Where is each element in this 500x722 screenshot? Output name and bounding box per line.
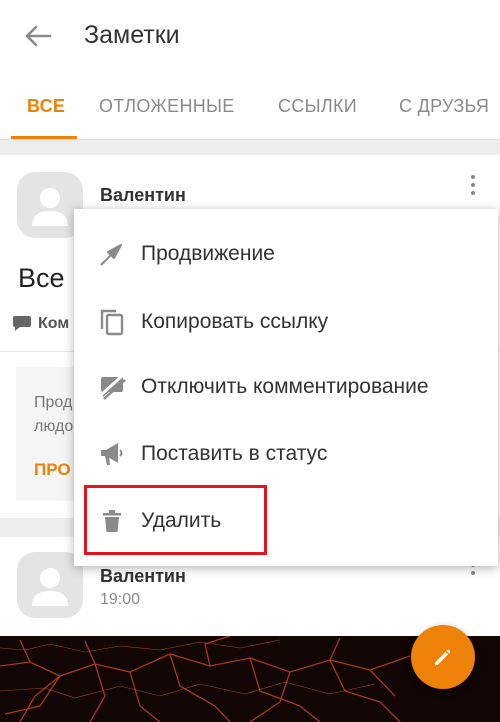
menu-item-label: Поставить в статус [141, 442, 328, 465]
app-bar: Заметки [0, 0, 500, 72]
tab-with-friends[interactable]: С ДРУЗЬЯ [399, 96, 489, 117]
menu-item-promote[interactable]: Продвижение [74, 221, 498, 287]
copy-icon [100, 309, 124, 336]
back-button[interactable] [18, 18, 58, 54]
comments-button[interactable]: Ком [12, 315, 69, 333]
note-text: Все [18, 263, 65, 293]
note-author[interactable]: Валентин [100, 185, 186, 206]
note-time: 19:00 [100, 591, 141, 608]
menu-item-disable-comments[interactable]: Отключить комментирование [74, 354, 498, 420]
tab-postponed[interactable]: ОТЛОЖЕННЫЕ [99, 96, 235, 117]
tab-bar: ВСЕ ОТЛОЖЕННЫЕ ССЫЛКИ С ДРУЗЬЯ [0, 72, 500, 140]
promote-arrow-icon [100, 244, 122, 266]
menu-item-set-status[interactable]: Поставить в статус [74, 421, 498, 487]
menu-item-copy-link[interactable]: Копировать ссылку [74, 289, 498, 355]
menu-item-label: Копировать ссылку [141, 310, 329, 333]
comment-icon [13, 316, 31, 331]
more-options-icon[interactable] [463, 170, 483, 200]
menu-item-label: Отключить комментирование [141, 375, 429, 398]
comments-off-icon [99, 373, 126, 400]
arrow-left-icon [25, 25, 52, 47]
active-tab-indicator [11, 136, 77, 139]
delete-highlight-frame [84, 485, 267, 555]
note-author[interactable]: Валентин [100, 566, 186, 587]
tab-all[interactable]: ВСЕ [27, 96, 65, 117]
megaphone-icon [101, 443, 123, 465]
compose-button[interactable] [411, 625, 475, 689]
comments-label: Ком [38, 315, 70, 332]
pencil-icon [435, 649, 451, 665]
page-title: Заметки [84, 21, 180, 49]
promo-link[interactable]: ПРО [34, 460, 71, 480]
menu-item-label: Продвижение [141, 242, 275, 265]
tab-links[interactable]: ССЫЛКИ [278, 96, 357, 117]
